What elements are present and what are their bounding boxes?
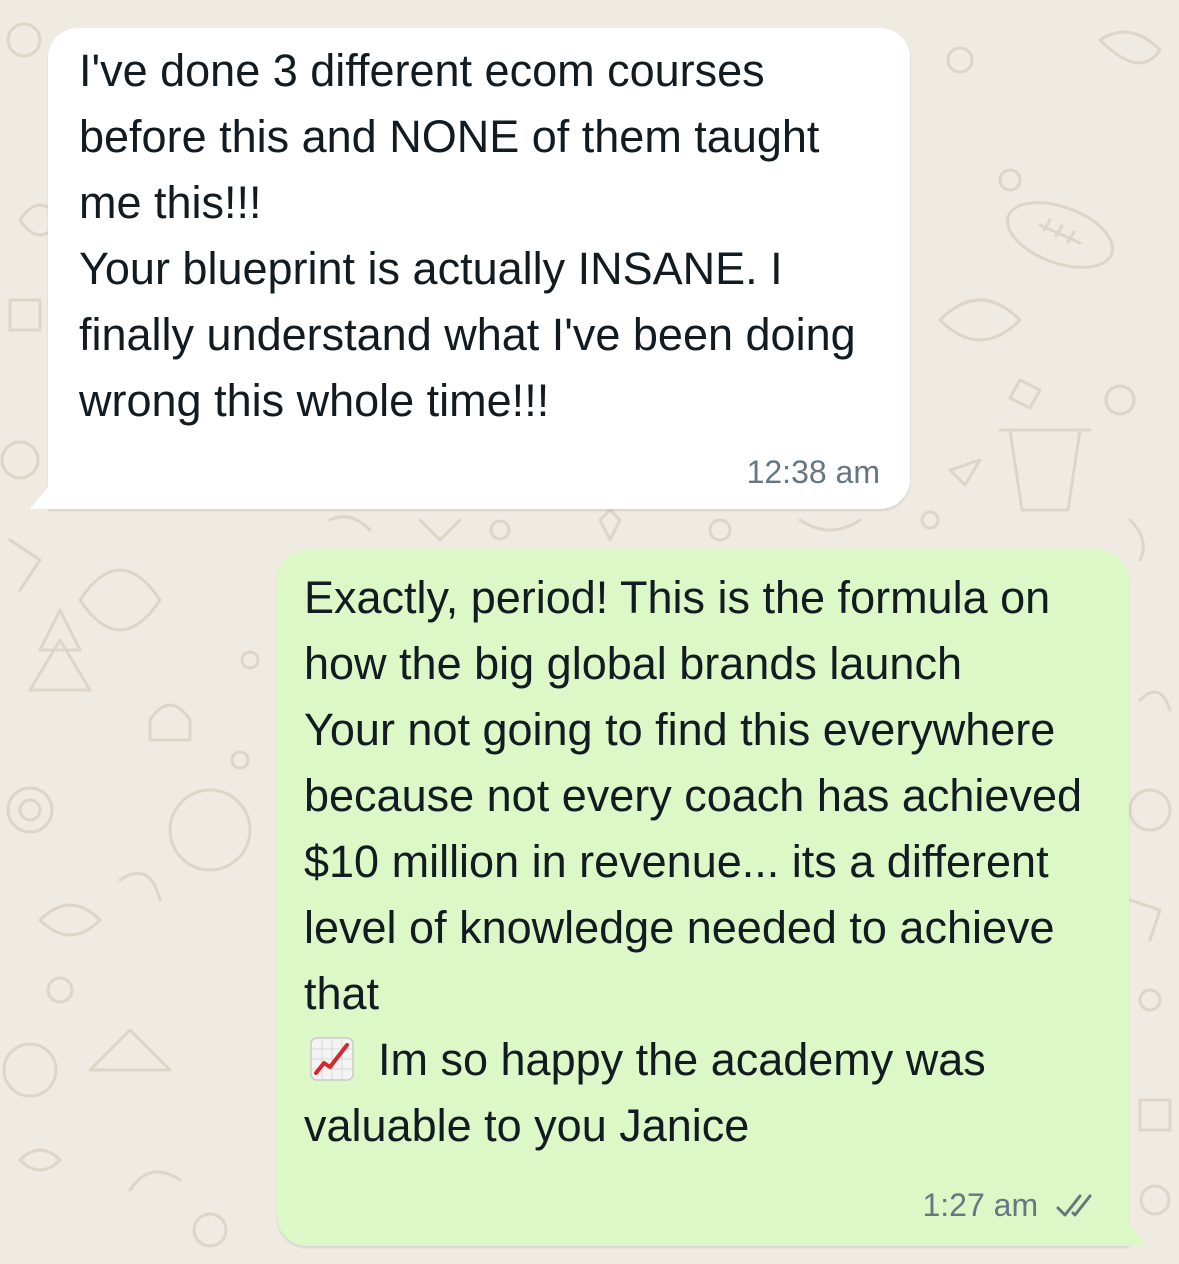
incoming-message-text: I've done 3 different ecom courses befor… (79, 45, 856, 426)
outgoing-message-bubble[interactable]: Exactly, period! This is the formula on … (277, 550, 1147, 1246)
outgoing-message-time: 1:27 am (922, 1187, 1039, 1223)
incoming-message-meta: 12:38 am (747, 454, 880, 491)
outgoing-message-text-part-1: Exactly, period! This is the formula on … (304, 572, 1083, 1019)
outgoing-bubble-tail (1129, 1224, 1147, 1246)
chart-increasing-icon (310, 1037, 354, 1081)
outgoing-message-text: Exactly, period! This is the formula on … (304, 565, 1114, 1159)
incoming-message-bubble[interactable]: I've done 3 different ecom courses befor… (30, 28, 910, 509)
incoming-bubble-tail (30, 487, 48, 509)
read-ticks-icon (1056, 1194, 1092, 1217)
outgoing-message-meta: 1:27 am (922, 1187, 1101, 1224)
outgoing-message-text-part-2: Im so happy the academy was valuable to … (304, 1034, 986, 1151)
incoming-message-time: 12:38 am (746, 454, 880, 490)
